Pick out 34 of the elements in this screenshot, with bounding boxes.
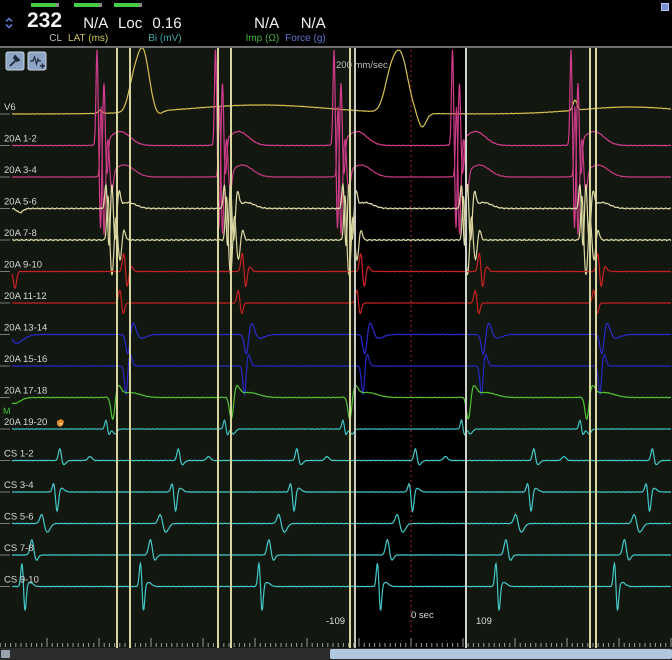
reading-label: LAT (ms): [68, 33, 108, 45]
channel-label: 20A 13-14: [4, 322, 48, 334]
channel-label: 20A 7-8: [4, 228, 37, 239]
channel-label: 20A 3-4: [4, 165, 37, 176]
channel-label: 20A 5-6: [4, 196, 37, 208]
channel-label: 20A 9-10: [4, 260, 42, 270]
tools-icon[interactable]: [6, 52, 24, 70]
channel-label: 20A 17-18: [4, 386, 48, 396]
reading-value: Loc: [118, 16, 142, 31]
waveform-plus-icon[interactable]: [28, 52, 46, 70]
reading-label: Force (g): [285, 33, 326, 45]
reading-value: 232: [27, 11, 62, 31]
channel-label: 20A 11-12: [4, 291, 47, 302]
up-down-arrows-icon[interactable]: [5, 17, 13, 29]
channel-label: 20A 19-20: [4, 417, 48, 428]
scrollbar-track[interactable]: [0, 648, 672, 660]
channel-label: V6: [4, 102, 16, 113]
reading-value: N/A: [254, 16, 280, 31]
reading-value: N/A: [83, 16, 108, 31]
channel-label: CS 1-2: [4, 448, 34, 460]
channel-label: CS 5-6: [4, 512, 34, 522]
reading-value: N/A: [300, 16, 326, 31]
channel-label: 20A 1-2: [4, 134, 37, 144]
time-label: -109: [326, 616, 346, 627]
channel-tag: M: [3, 406, 10, 416]
time-label: 0 sec: [411, 610, 434, 621]
time-label: 109: [476, 616, 492, 627]
reading-value: 0.16: [152, 16, 182, 31]
reading-label: CL: [49, 33, 62, 45]
channel-label: 20A 15-16: [4, 354, 48, 365]
scrollbar-thumb[interactable]: [330, 649, 672, 659]
reading-label: Imp (Ω): [246, 33, 280, 45]
channel-label: CS 3-4: [4, 480, 34, 491]
reading-label: Bi (mV): [148, 33, 182, 45]
